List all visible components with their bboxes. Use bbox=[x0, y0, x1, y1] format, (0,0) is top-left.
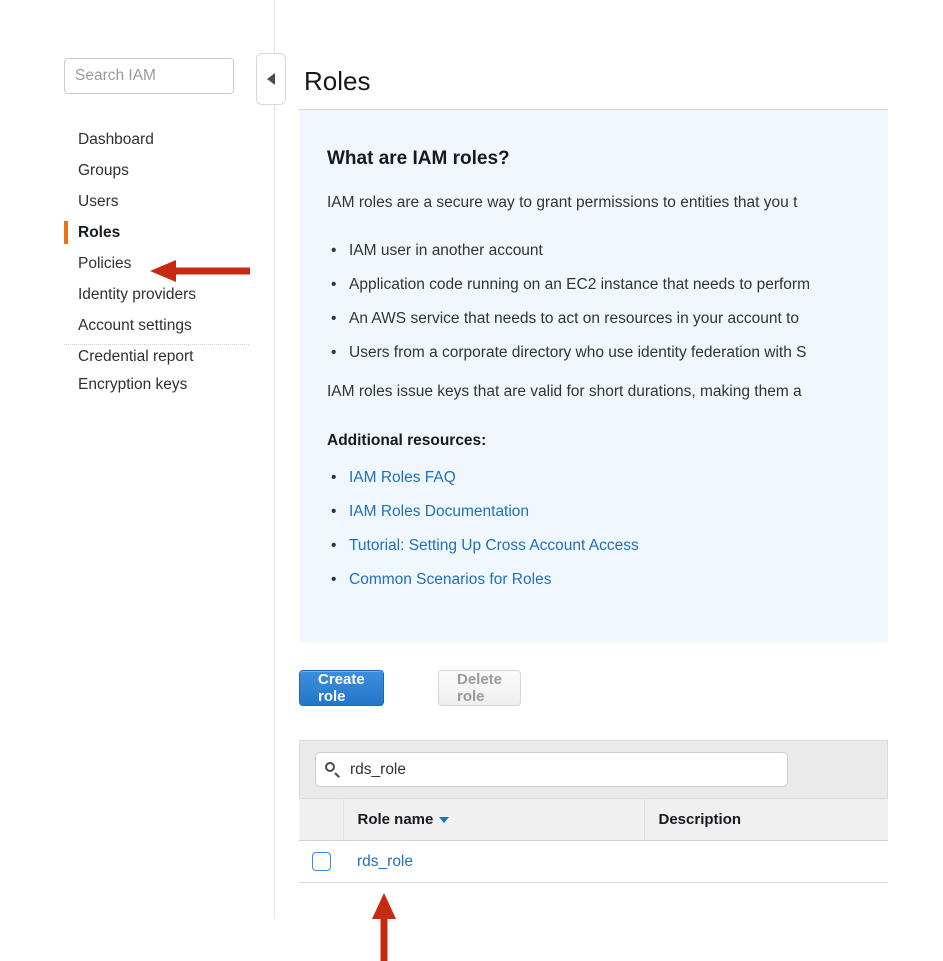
list-item: IAM Roles FAQ bbox=[327, 467, 639, 501]
info-panel: What are IAM roles? IAM roles are a secu… bbox=[299, 109, 888, 642]
roles-filter-wrapper bbox=[315, 752, 788, 787]
sidebar-nav-list-secondary: Encryption keys bbox=[0, 369, 275, 400]
page-title: Roles bbox=[304, 66, 371, 96]
info-panel-bullet-list: IAM user in another account Application … bbox=[327, 240, 810, 376]
info-panel-heading: What are IAM roles? bbox=[327, 148, 510, 169]
list-item: IAM user in another account bbox=[327, 240, 810, 274]
sidebar-item-groups[interactable]: Groups bbox=[0, 155, 275, 186]
role-name-link[interactable]: rds_role bbox=[357, 853, 413, 870]
roles-filter-input[interactable] bbox=[348, 759, 772, 780]
sidebar-divider bbox=[64, 344, 249, 345]
link-common-scenarios-for-roles[interactable]: Common Scenarios for Roles bbox=[349, 571, 551, 588]
sidebar-search-wrapper bbox=[64, 58, 234, 94]
sidebar-item-label: Users bbox=[78, 193, 119, 210]
link-iam-roles-documentation[interactable]: IAM Roles Documentation bbox=[349, 503, 529, 520]
roles-table: Role name Description rds_role bbox=[299, 798, 888, 883]
additional-resources-list: IAM Roles FAQ IAM Roles Documentation Tu… bbox=[327, 467, 639, 603]
main-content: Roles What are IAM roles? IAM roles are … bbox=[299, 0, 943, 961]
sidebar-item-encryption-keys[interactable]: Encryption keys bbox=[0, 369, 275, 400]
select-all-header bbox=[299, 798, 344, 841]
sidebar-item-dashboard[interactable]: Dashboard bbox=[0, 124, 275, 155]
roles-table-toolbar bbox=[299, 740, 888, 798]
sidebar-item-label: Policies bbox=[78, 255, 132, 272]
sidebar-item-credential-report[interactable]: Credential report bbox=[0, 341, 275, 372]
sidebar-collapse-button[interactable] bbox=[256, 53, 286, 105]
sidebar-item-label: Roles bbox=[78, 224, 121, 241]
arrow-pointing-to-role-link bbox=[372, 893, 396, 961]
info-panel-intro-text: IAM roles are a secure way to grant perm… bbox=[327, 194, 798, 211]
iam-sidebar: Dashboard Groups Users Roles Policies Id… bbox=[0, 0, 275, 918]
sidebar-nav-list: Dashboard Groups Users Roles Policies Id… bbox=[0, 124, 275, 372]
row-checkbox[interactable] bbox=[311, 852, 331, 871]
roles-table-card: Role name Description rds_role bbox=[299, 740, 888, 883]
list-item: IAM Roles Documentation bbox=[327, 501, 639, 535]
sidebar-item-label: Account settings bbox=[78, 317, 192, 334]
sidebar-item-roles[interactable]: Roles bbox=[0, 217, 275, 248]
list-item: Application code running on an EC2 insta… bbox=[327, 274, 810, 308]
roles-table-body: rds_role bbox=[299, 840, 888, 883]
additional-resources-heading: Additional resources: bbox=[327, 432, 487, 449]
column-header-label: Role name bbox=[357, 811, 434, 828]
column-header-role-name[interactable]: Role name bbox=[343, 798, 645, 841]
sidebar-item-label: Identity providers bbox=[78, 286, 197, 303]
search-icon bbox=[325, 761, 341, 778]
list-item: Users from a corporate directory who use… bbox=[327, 342, 810, 376]
sidebar-item-label: Groups bbox=[78, 162, 129, 179]
row-select-cell bbox=[299, 840, 343, 883]
sidebar-item-label: Encryption keys bbox=[78, 376, 188, 393]
info-panel-closing-text: IAM roles issue keys that are valid for … bbox=[327, 383, 802, 400]
column-header-description[interactable]: Description bbox=[644, 798, 888, 841]
roles-table-head: Role name Description bbox=[299, 798, 888, 841]
cell-role-name: rds_role bbox=[343, 840, 644, 883]
arrow-pointing-to-roles-nav bbox=[150, 260, 250, 282]
link-iam-roles-faq[interactable]: IAM Roles FAQ bbox=[349, 469, 456, 486]
delete-role-button[interactable]: Delete role bbox=[438, 670, 522, 706]
sidebar-item-label: Credential report bbox=[78, 348, 194, 365]
sidebar-item-users[interactable]: Users bbox=[0, 186, 275, 217]
list-item: An AWS service that needs to act on reso… bbox=[327, 308, 810, 342]
sidebar-item-label: Dashboard bbox=[78, 131, 154, 148]
table-header-row: Role name Description bbox=[299, 798, 888, 841]
column-header-label: Description bbox=[658, 811, 742, 828]
caret-down-icon bbox=[439, 817, 450, 824]
search-input[interactable] bbox=[64, 58, 234, 94]
link-tutorial-cross-account-access[interactable]: Tutorial: Setting Up Cross Account Acces… bbox=[349, 537, 639, 554]
list-item: Tutorial: Setting Up Cross Account Acces… bbox=[327, 535, 639, 569]
cell-description bbox=[644, 840, 888, 883]
table-row: rds_role bbox=[299, 840, 888, 883]
chevron-left-icon bbox=[267, 73, 275, 85]
sidebar-item-account-settings[interactable]: Account settings bbox=[0, 310, 275, 341]
create-role-button[interactable]: Create role bbox=[299, 670, 384, 706]
list-item: Common Scenarios for Roles bbox=[327, 569, 639, 603]
